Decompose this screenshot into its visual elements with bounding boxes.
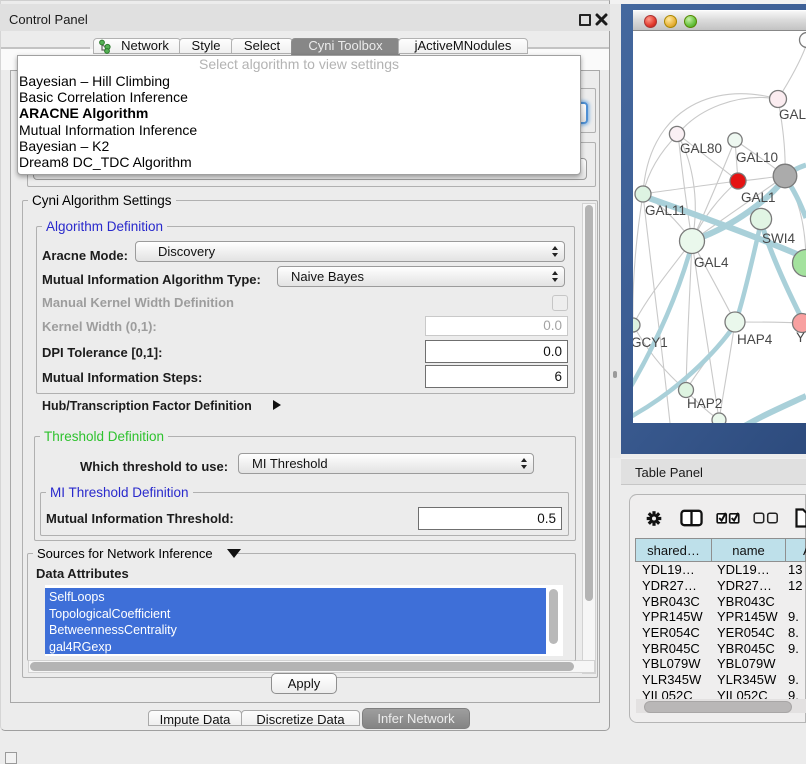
svg-text:GAL11: GAL11 — [645, 203, 686, 218]
svg-text:GAL2: GAL2 — [779, 107, 806, 122]
svg-text:HAP2: HAP2 — [687, 396, 722, 411]
svg-text:SWI4: SWI4 — [762, 231, 795, 246]
svg-text:GAL10: GAL10 — [736, 150, 778, 165]
svg-text:GAL1: GAL1 — [741, 190, 776, 205]
svg-text:GAL4: GAL4 — [694, 255, 729, 270]
svg-text:Y: Y — [796, 330, 805, 345]
svg-text:GAL80: GAL80 — [680, 141, 722, 156]
svg-text:GCY1: GCY1 — [633, 335, 668, 350]
svg-text:HAP4: HAP4 — [737, 332, 773, 347]
